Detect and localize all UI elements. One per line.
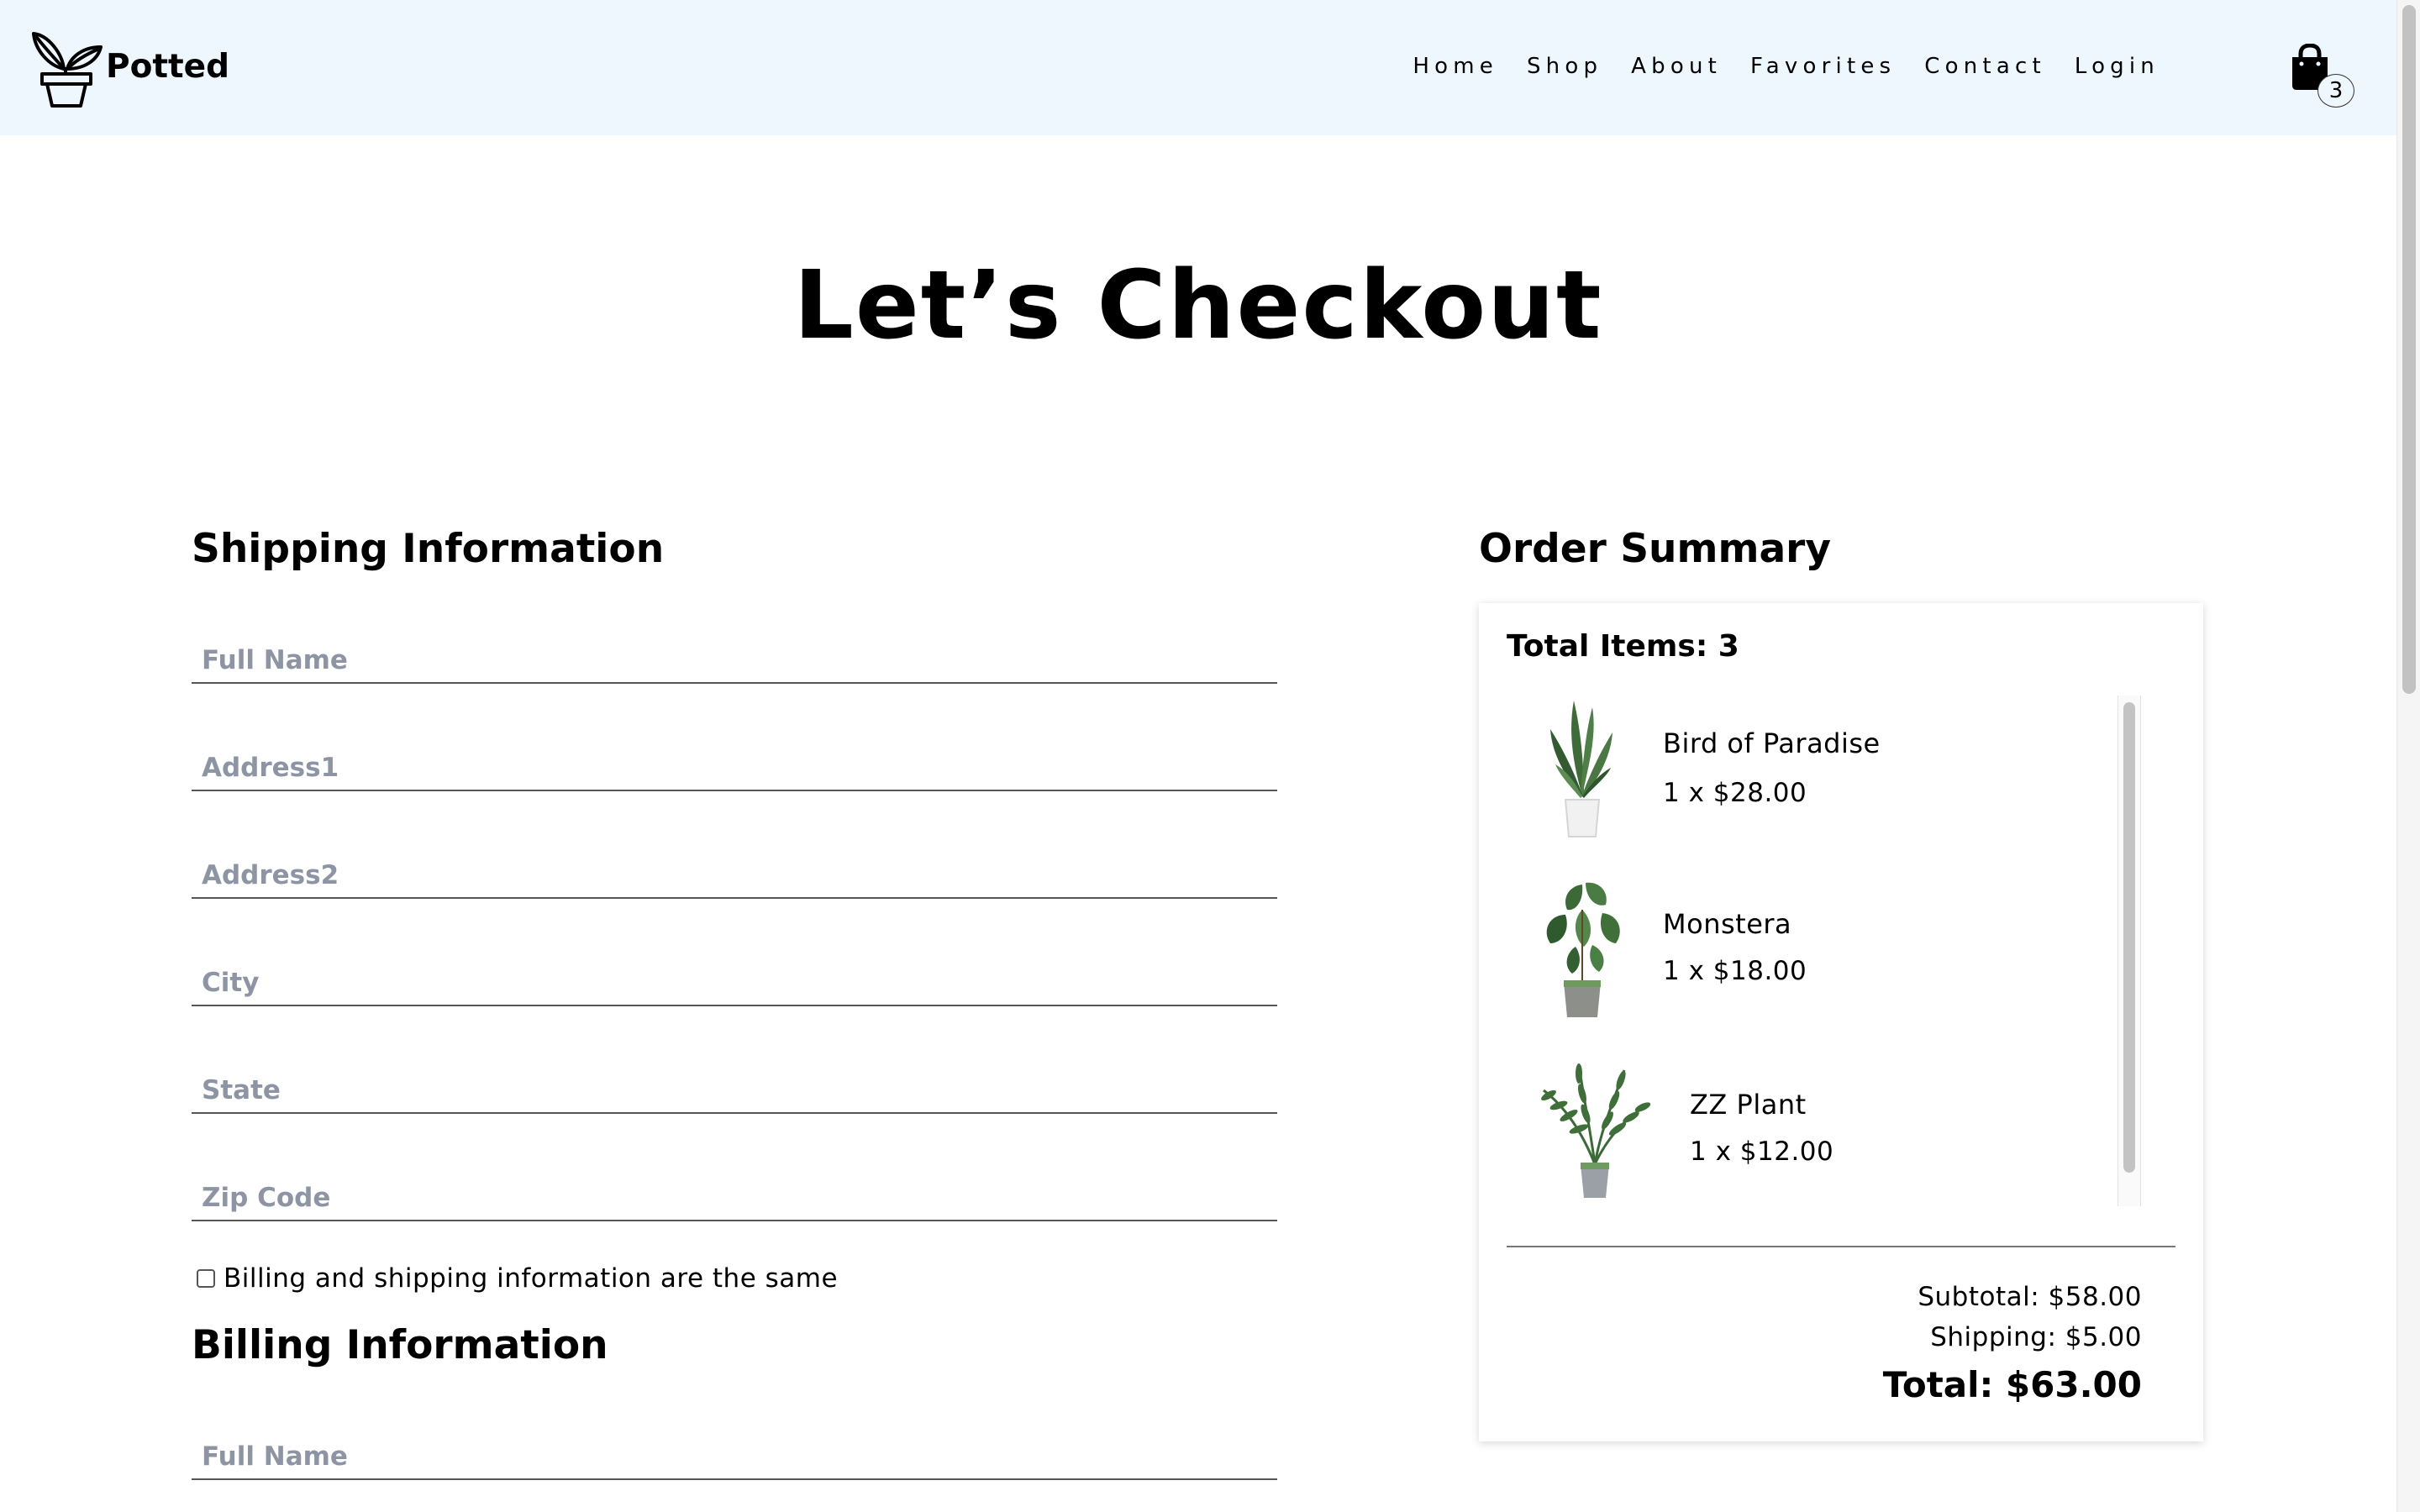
shipping-zip-field xyxy=(192,1163,1277,1221)
nav-contact[interactable]: Contact xyxy=(1924,54,2046,79)
billing-full-name-input[interactable] xyxy=(192,1441,1277,1472)
shipping-full-name-input[interactable] xyxy=(192,645,1277,675)
cart-button[interactable]: 3 xyxy=(2287,44,2356,111)
cart-count-badge: 3 xyxy=(2317,74,2354,108)
monstera-image xyxy=(1546,882,1620,1017)
nav-login[interactable]: Login xyxy=(2075,54,2160,79)
shipping-city-field xyxy=(192,948,1277,1006)
billing-full-name-field xyxy=(192,1421,1277,1480)
nav-links: Home Shop About Favorites Contact Login xyxy=(1413,54,2160,79)
same-info-label[interactable]: Billing and shipping information are the… xyxy=(224,1263,838,1294)
checkout-page: Potted Home Shop About Favorites Contact… xyxy=(0,0,2420,1512)
item-name: ZZ Plant xyxy=(1690,1089,1807,1121)
shipping-state-input[interactable] xyxy=(192,1075,1277,1105)
nav-favorites[interactable]: Favorites xyxy=(1750,54,1896,79)
item-price: 1 x $18.00 xyxy=(1663,956,1807,986)
list-item: ZZ Plant 1 x $12.00 xyxy=(1507,1057,2095,1216)
subtotal: Subtotal: $58.00 xyxy=(1918,1282,2142,1312)
order-total: Total: $63.00 xyxy=(1882,1364,2142,1405)
same-info-checkbox[interactable] xyxy=(197,1269,215,1288)
plant-pot-icon xyxy=(32,32,103,108)
shipping-address1-input[interactable] xyxy=(192,753,1277,783)
item-name: Bird of Paradise xyxy=(1663,727,1881,759)
nav-about[interactable]: About xyxy=(1631,54,1722,79)
shipping-full-name-field xyxy=(192,625,1277,684)
item-price: 1 x $12.00 xyxy=(1690,1137,1834,1167)
billing-heading: Billing Information xyxy=(192,1322,608,1368)
navbar: Potted Home Shop About Favorites Contact… xyxy=(0,0,2396,135)
order-items-list: Bird of Paradise 1 x $28.00 Monstera 1 x… xyxy=(1507,696,2113,1208)
item-name: Monstera xyxy=(1663,908,1792,940)
shipping-heading: Shipping Information xyxy=(192,526,665,572)
list-item: Bird of Paradise 1 x $28.00 xyxy=(1507,696,2095,855)
brand-name: Potted xyxy=(106,47,230,86)
same-info-row: Billing and shipping information are the… xyxy=(197,1263,838,1294)
item-price: 1 x $28.00 xyxy=(1663,778,1807,808)
shipping-address2-field xyxy=(192,840,1277,899)
page-title: Let’s Checkout xyxy=(793,251,1603,360)
order-summary-card: Total Items: 3 Bird of Paradise 1 x $28.… xyxy=(1479,603,2203,1441)
list-item: Monstera 1 x $18.00 xyxy=(1507,876,2095,1036)
shipping-state-field xyxy=(192,1055,1277,1114)
shipping-city-input[interactable] xyxy=(192,968,1277,998)
page-scrollbar[interactable] xyxy=(2396,0,2420,1512)
bird-of-paradise-image xyxy=(1550,701,1612,837)
summary-divider xyxy=(1507,1246,2175,1247)
items-list-scrollbar[interactable] xyxy=(2118,696,2141,1206)
order-summary-heading: Order Summary xyxy=(1479,526,1831,572)
shipping-cost: Shipping: $5.00 xyxy=(1930,1322,2142,1352)
items-list-scrollbar-thumb[interactable] xyxy=(2123,702,2135,1173)
nav-home[interactable]: Home xyxy=(1413,54,1498,79)
shipping-address1-field xyxy=(192,732,1277,791)
logo[interactable]: Potted xyxy=(30,29,229,109)
nav-shop[interactable]: Shop xyxy=(1527,54,1602,79)
total-items-count: Total Items: 3 xyxy=(1507,629,1739,664)
shipping-zip-input[interactable] xyxy=(192,1183,1277,1213)
page-scrollbar-thumb[interactable] xyxy=(2402,5,2416,694)
shipping-address2-input[interactable] xyxy=(192,860,1277,890)
zz-plant-image xyxy=(1541,1063,1651,1198)
